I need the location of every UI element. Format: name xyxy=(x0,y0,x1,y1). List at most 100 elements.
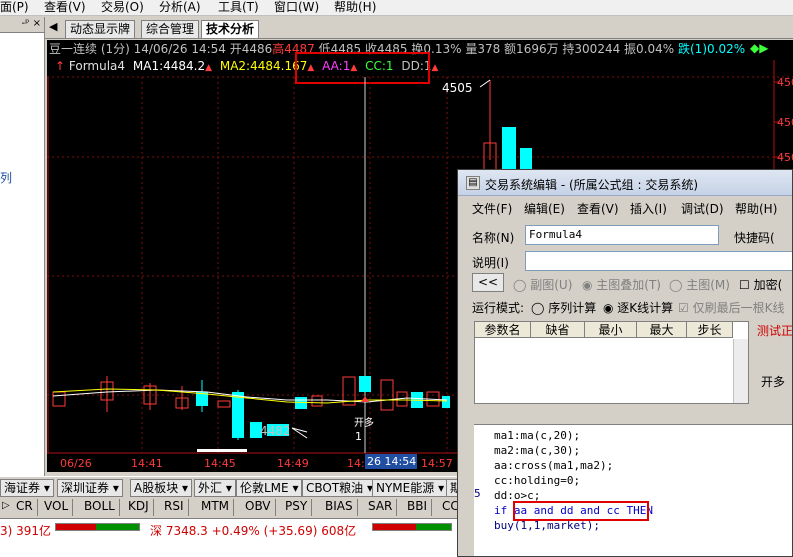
collapse-button[interactable]: << xyxy=(472,273,504,292)
tab-lme-label: 伦敦LME xyxy=(240,481,289,495)
tab-a-shares-label: A股板块 xyxy=(134,481,179,495)
radio-series-calc-label: 序列计算 xyxy=(548,301,597,315)
radio-sub-chart-label: 副图(U) xyxy=(530,278,573,292)
dialog-menu-view[interactable]: 查看(V) xyxy=(577,200,619,217)
dialog-menu-bar: 文件(F) 编辑(E) 查看(V) 插入(I) 调试(D) 帮助(H) xyxy=(458,198,792,218)
description-input[interactable] xyxy=(525,251,792,271)
open-long-button[interactable]: 开多 xyxy=(761,373,785,390)
status-bar-meter-left xyxy=(55,523,140,531)
code-line-1: ma1:ma(c,20); xyxy=(494,429,581,442)
tab-shenzhen[interactable]: 深圳证券 ▾ xyxy=(57,479,123,497)
run-mode-label: 运行模式: xyxy=(472,301,525,315)
param-col-name: 参数名 xyxy=(475,322,531,338)
tab-cbot[interactable]: CBOT粮油 ▾ xyxy=(302,479,378,497)
panel-pin-close[interactable]: -ᵖ × xyxy=(0,17,44,33)
param-scrollbar[interactable] xyxy=(733,339,748,403)
menu-window[interactable]: 窗口(W) xyxy=(274,0,319,14)
tab-cbot-label: CBOT粮油 xyxy=(306,481,364,495)
low-price-label: 4482 xyxy=(260,424,291,438)
dialog-menu-edit[interactable]: 编辑(E) xyxy=(524,200,565,217)
menu-tools[interactable]: 工具(T) xyxy=(218,0,259,14)
trading-system-editor-dialog: ▤ 交易系统编辑 - (所属公式组 : 交易系统) 文件(F) 编辑(E) 查看… xyxy=(457,169,793,557)
tab-a-shares[interactable]: A股板块 ▾ xyxy=(130,479,193,497)
encrypt-checkbox[interactable]: ☐ 加密( xyxy=(739,276,782,293)
tab-forex[interactable]: 外汇 ▾ xyxy=(194,479,236,497)
radio-series-calc[interactable]: ◯ 序列计算 xyxy=(531,299,596,316)
tab-forex-label: 外汇 xyxy=(198,481,223,495)
code-editor[interactable]: 5 ma1:ma(c,20); ma2:ma(c,30); aa:cross(m… xyxy=(474,424,792,556)
radio-main-overlay-label: 主图叠加(T) xyxy=(596,278,661,292)
radio-main-chart-label: 主图(M) xyxy=(686,278,730,292)
dialog-title: 交易系统编辑 - (所属公式组 : 交易系统) xyxy=(485,178,698,192)
code-line-4: cc:holding=0; xyxy=(494,474,581,487)
tab-shanghai[interactable]: 海证券 ▾ xyxy=(0,479,54,497)
only-last-bar-checkbox[interactable]: ☑ 仅刷最后一根K线 xyxy=(678,299,784,316)
tab-shenzhen-label: 深圳证券 xyxy=(61,481,110,495)
indicator-bbi[interactable]: BBI xyxy=(403,499,433,516)
dialog-menu-file[interactable]: 文件(F) xyxy=(472,200,512,217)
menu-bar: 面(P) 查看(V) 交易(O) 分析(A) 工具(T) 窗口(W) 帮助(H) xyxy=(0,0,793,16)
left-panel: -ᵖ × 列 xyxy=(0,17,45,487)
indicator-bias[interactable]: BIAS xyxy=(321,499,358,516)
code-line-3: aa:cross(ma1,ma2); xyxy=(494,459,614,472)
indicator-scroll-icon[interactable]: ▷ xyxy=(2,500,10,511)
dialog-menu-help[interactable]: 帮助(H) xyxy=(735,200,777,217)
menu-view[interactable]: 查看(V) xyxy=(44,0,86,14)
time-tick-1449: 14:49 xyxy=(277,457,309,470)
radio-tick-calc-label: 逐K线计算 xyxy=(617,301,674,315)
menu-analysis[interactable]: 分析(A) xyxy=(159,0,201,14)
indicator-psy[interactable]: PSY xyxy=(281,499,313,516)
radio-main-overlay[interactable]: ◉ 主图叠加(T) xyxy=(582,276,661,293)
indicator-kdj[interactable]: KDJ xyxy=(124,499,154,516)
menu-help[interactable]: 帮助(H) xyxy=(334,0,376,14)
tab-lme[interactable]: 伦敦LME ▾ xyxy=(236,479,303,497)
dialog-menu-insert[interactable]: 插入(I) xyxy=(630,200,667,217)
indicator-boll[interactable]: BOLL xyxy=(80,499,120,516)
name-label: 名称(N) xyxy=(472,231,515,245)
indicator-cr[interactable]: CR xyxy=(12,499,38,516)
tab-nyme[interactable]: NYME能源 ▾ xyxy=(372,479,449,497)
code-line-number: 5 xyxy=(474,487,481,500)
description-label: 说明(I) xyxy=(472,256,509,270)
tab-technical-analysis[interactable]: 技术分析 xyxy=(201,20,260,38)
indicator-rsi[interactable]: RSI xyxy=(160,499,189,516)
right-axis-label-1: 450 xyxy=(777,76,793,89)
indicator-obv[interactable]: OBV xyxy=(241,499,276,516)
signal-number: 1 xyxy=(355,430,362,443)
time-cursor-label: 26 14:54 xyxy=(367,455,417,468)
dialog-menu-debug[interactable]: 调试(D) xyxy=(681,200,724,217)
status-bar-meter-right xyxy=(372,523,452,531)
status-index-left: 3) 391亿 xyxy=(0,524,52,538)
param-col-min: 最小 xyxy=(585,322,637,338)
radio-main-chart[interactable]: ◯ 主图(M) xyxy=(669,276,730,293)
indicator-mtm[interactable]: MTM xyxy=(197,499,235,516)
formula-name-input[interactable]: Formula4 xyxy=(525,225,719,245)
param-col-step: 步长 xyxy=(687,322,733,338)
dialog-app-icon: ▤ xyxy=(466,176,480,190)
signal-label: 开多 xyxy=(354,418,374,429)
high-price-label: 4505 xyxy=(442,81,473,95)
test-button[interactable]: 测试正 xyxy=(757,322,792,339)
radio-tick-calc[interactable]: ◉ 逐K线计算 xyxy=(603,299,673,316)
shortcut-label: 快捷码( xyxy=(734,231,775,245)
indicator-vol[interactable]: VOL xyxy=(40,499,74,516)
tab-dynamic-board[interactable]: 动态显示牌 xyxy=(65,20,136,38)
tab-scroll-left-icon[interactable]: ◀ xyxy=(49,20,57,33)
encrypt-label: 加密( xyxy=(753,278,783,292)
time-tick-1441: 14:41 xyxy=(131,457,163,470)
tab-nyme-label: NYME能源 xyxy=(376,481,435,495)
menu-panel[interactable]: 面(P) xyxy=(0,0,29,14)
tab-bar: ◀ 动态显示牌 综合管理 技术分析 xyxy=(45,17,793,39)
right-axis-label-3: 450 xyxy=(777,151,793,164)
indicator-sar[interactable]: SAR xyxy=(364,499,398,516)
parameter-table[interactable]: 参数名 缺省 最小 最大 步长 xyxy=(474,321,749,404)
time-tick-1445: 14:45 xyxy=(204,457,236,470)
candles xyxy=(52,376,450,440)
menu-trade[interactable]: 交易(O) xyxy=(101,0,144,14)
time-tick-14: 14: xyxy=(347,457,365,470)
code-line-2: ma2:ma(c,30); xyxy=(494,444,581,457)
param-col-default: 缺省 xyxy=(531,322,585,338)
dialog-title-bar[interactable]: ▤ 交易系统编辑 - (所属公式组 : 交易系统) xyxy=(458,170,792,196)
tab-general-management[interactable]: 综合管理 xyxy=(141,20,200,38)
radio-sub-chart[interactable]: ◯ 副图(U) xyxy=(513,276,572,293)
